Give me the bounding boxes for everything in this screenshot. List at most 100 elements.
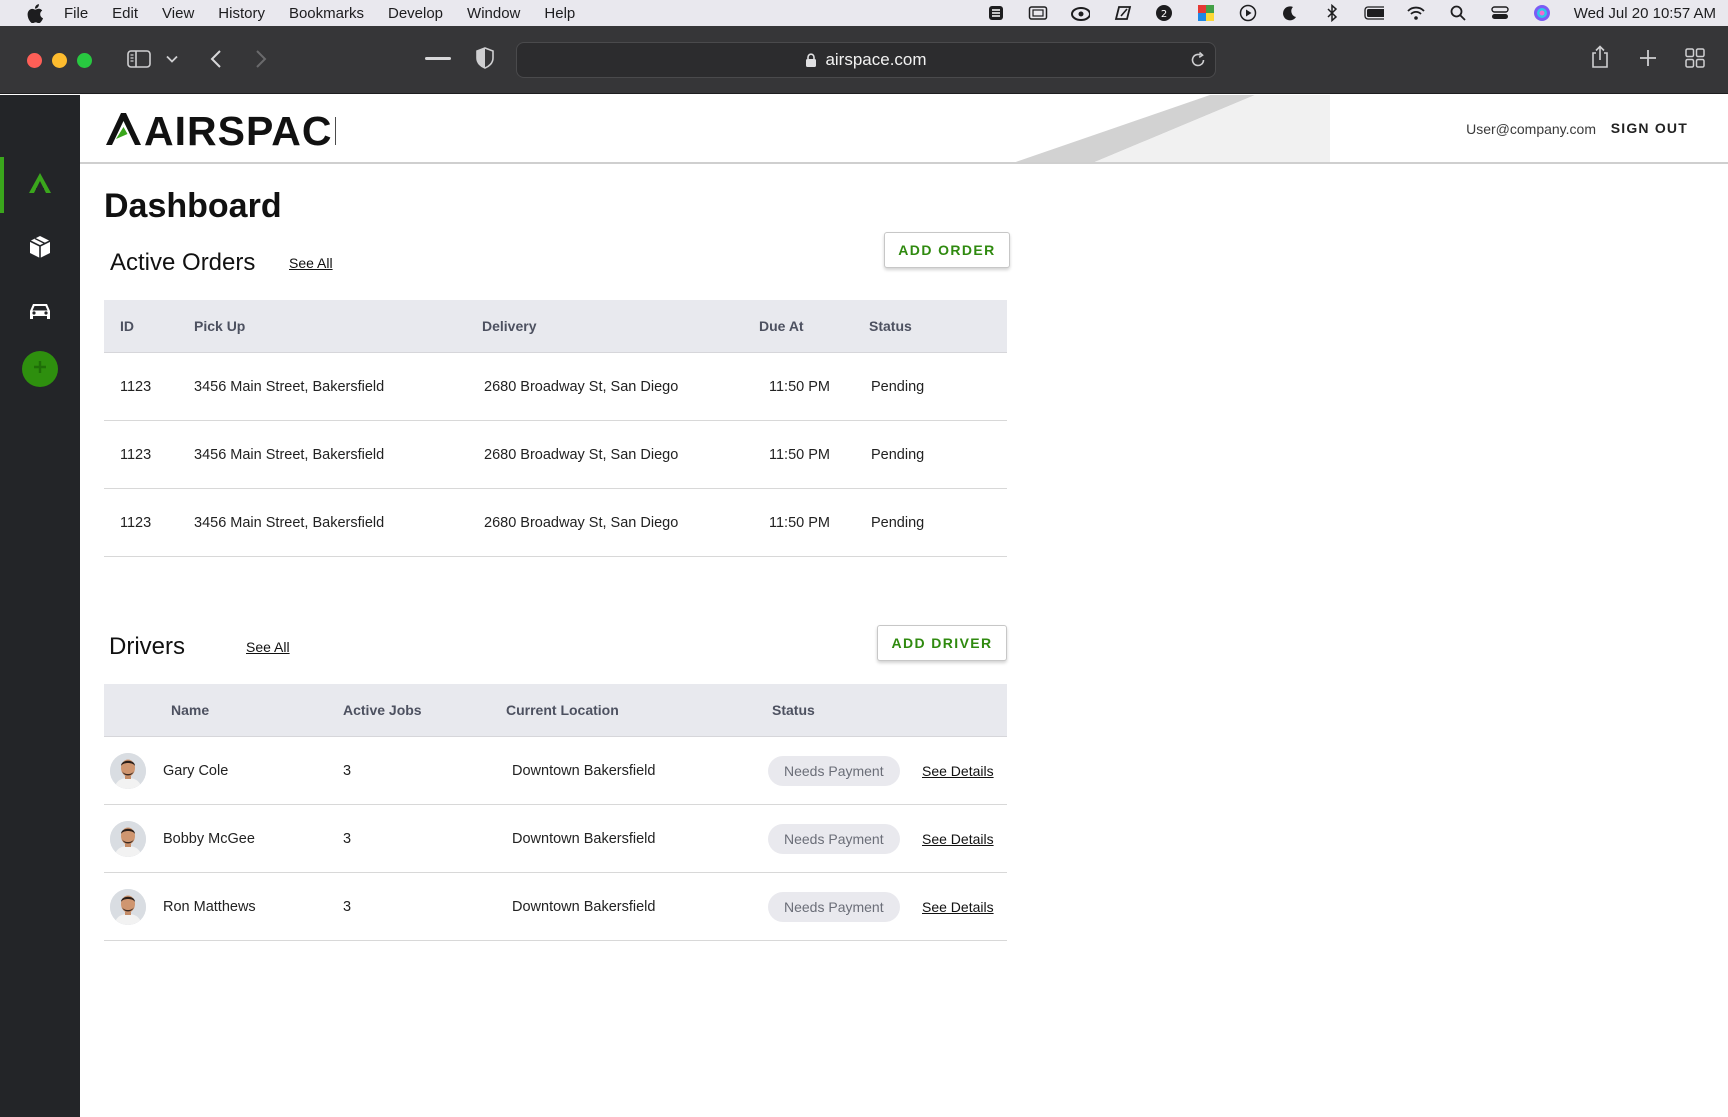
drivers-table-header: Name Active Jobs Current Location Status [104,684,1007,737]
battery-icon[interactable] [1364,5,1384,21]
order-id: 1123 [120,378,152,395]
col-due-at: Due At [759,318,804,334]
stack-icon[interactable] [986,5,1006,21]
menu-help[interactable]: Help [544,5,575,22]
order-delivery: 2680 Broadway St, San Diego [484,514,679,531]
table-row[interactable]: Bobby McGee 3 Downtown Bakersfield Needs… [104,805,1007,873]
tab-overview-icon[interactable] [1683,46,1707,70]
siri-icon[interactable] [1532,5,1552,21]
app-circle-icon[interactable]: 2 [1154,5,1174,21]
window-minimize-button[interactable] [52,53,67,68]
driver-status-cell: Needs Payment [768,873,900,940]
creative-cloud-icon[interactable] [1070,5,1090,21]
order-status: Pending [871,378,925,395]
menu-develop[interactable]: Develop [388,5,443,22]
reader-dash-icon[interactable] [424,50,452,68]
address-bar[interactable]: airspace.com [516,42,1216,78]
drivers-table: Name Active Jobs Current Location Status… [104,684,1007,941]
bluetooth-icon[interactable] [1322,4,1342,22]
driver-jobs: 3 [343,762,352,779]
window-maximize-button[interactable] [77,53,92,68]
package-box-icon [29,235,51,264]
nav-orders[interactable] [0,221,80,277]
order-delivery: 2680 Broadway St, San Diego [484,378,679,395]
driver-status-cell: Needs Payment [768,737,900,804]
status-badge: Needs Payment [768,755,900,786]
see-details-link[interactable]: See Details [922,831,994,847]
status-area: 2 Wed Jul 20 10:57 AM [986,0,1716,26]
menu-history[interactable]: History [218,5,265,22]
reload-icon[interactable] [1189,51,1207,74]
new-tab-plus-icon[interactable] [1636,46,1660,70]
airspace-logo[interactable]: AIRSPACE [104,108,360,154]
share-icon[interactable] [1588,44,1612,70]
table-row[interactable]: 1123 3456 Main Street, Bakersfield 2680 … [104,489,1007,557]
control-center-icon[interactable] [1490,5,1510,21]
forward-arrow-icon[interactable] [251,48,271,70]
back-arrow-icon[interactable] [206,48,226,70]
menu-view[interactable]: View [162,5,194,22]
menubar-clock[interactable]: Wed Jul 20 10:57 AM [1574,5,1716,22]
add-order-button[interactable]: ADD ORDER [884,232,1010,268]
menu-file[interactable]: File [64,5,88,22]
nav-dashboard[interactable] [0,157,80,213]
col-delivery: Delivery [482,318,537,334]
col-name: Name [171,702,210,718]
app-header: AIRSPACE User@company.com SIGN OUT [80,95,1728,164]
chevron-down-icon[interactable] [164,50,180,68]
user-email: User@company.com [1466,121,1596,137]
menu-edit[interactable]: Edit [112,5,138,22]
driver-jobs: 3 [343,898,352,915]
driver-name: Ron Matthews [163,898,256,915]
driver-details-cell: See Details [922,737,994,804]
nav-add-button[interactable] [22,351,58,387]
menu-bookmarks[interactable]: Bookmarks [289,5,364,22]
nav-drivers[interactable] [0,285,80,341]
spotlight-search-icon[interactable] [1448,5,1468,21]
order-status: Pending [871,446,925,463]
sign-out-button[interactable]: SIGN OUT [1611,120,1688,136]
table-row[interactable]: Ron Matthews 3 Downtown Bakersfield Need… [104,873,1007,941]
orders-table: ID Pick Up Delivery Due At Status 1123 3… [104,300,1007,557]
sidebar-toggle-icon[interactable] [126,48,152,70]
order-pickup: 3456 Main Street, Bakersfield [194,446,385,463]
play-icon[interactable] [1238,4,1258,22]
col-active-jobs: Active Jobs [343,702,422,718]
window-icon[interactable] [1028,5,1048,21]
notes-icon[interactable] [1112,5,1132,21]
color-picker-icon[interactable] [1196,5,1216,21]
see-details-link[interactable]: See Details [922,763,994,779]
orders-see-all-link[interactable]: See All [289,255,333,271]
driver-jobs: 3 [343,830,352,847]
drivers-title: Drivers [109,633,185,660]
moon-icon[interactable] [1280,5,1300,21]
wifi-icon[interactable] [1406,5,1426,21]
col-id: ID [120,318,134,334]
driver-avatar-cell [110,737,146,804]
page-title: Dashboard [104,187,282,225]
driver-status-cell: Needs Payment [768,805,900,872]
apple-menu-icon[interactable] [24,0,46,26]
privacy-shield-icon[interactable] [474,46,496,70]
table-row[interactable]: Gary Cole 3 Downtown Bakersfield Needs P… [104,737,1007,805]
col-status: Status [869,318,912,334]
active-orders-title: Active Orders [110,249,256,276]
table-row[interactable]: 1123 3456 Main Street, Bakersfield 2680 … [104,421,1007,489]
menu-window[interactable]: Window [467,5,520,22]
table-row[interactable]: 1123 3456 Main Street, Bakersfield 2680 … [104,353,1007,421]
drivers-see-all-link[interactable]: See All [246,639,290,655]
window-close-button[interactable] [27,53,42,68]
driver-location: Downtown Bakersfield [512,898,656,915]
add-driver-button[interactable]: ADD DRIVER [877,625,1007,661]
app-window: AIRSPACE User@company.com SIGN OUT Dashb… [0,95,1728,1117]
col-pickup: Pick Up [194,318,246,334]
header-decoration [1015,95,1330,162]
driver-avatar-cell [110,805,146,872]
menu-bar: Safari File Edit View History Bookmarks … [0,0,1728,112]
order-status: Pending [871,514,925,531]
see-details-link[interactable]: See Details [922,899,994,915]
driver-location: Downtown Bakersfield [512,830,656,847]
col-current-location: Current Location [506,702,619,718]
avatar [110,888,146,925]
status-badge: Needs Payment [768,823,900,854]
